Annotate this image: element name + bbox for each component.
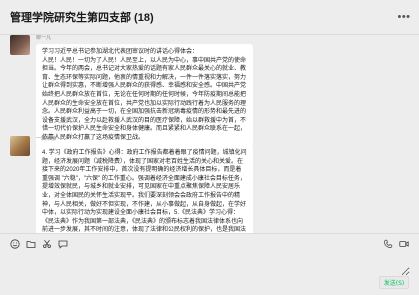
avatar[interactable] bbox=[10, 136, 30, 156]
scissors-icon[interactable] bbox=[42, 239, 52, 249]
message-input[interactable] bbox=[10, 252, 410, 276]
folder-icon[interactable] bbox=[26, 239, 36, 249]
message-item: 柳一凡 学习习近平总书记参加湖北代表团审议时的讲话心得体会： 人民！人民！一切为… bbox=[10, 35, 253, 147]
sender-name[interactable]: 一颗米茄 bbox=[36, 136, 253, 143]
sender-name[interactable]: 柳一凡 bbox=[36, 35, 253, 42]
chat-bubble-icon[interactable] bbox=[58, 239, 68, 249]
message-list[interactable]: 柳一凡 学习习近平总书记参加湖北代表团审议时的讲话心得体会： 人民！人民！一切为… bbox=[0, 35, 419, 233]
message-bubble[interactable]: 4. 学习《政府工作报告》心得：政府工作报告都着着眼了疫情问题，城镇化问题，经济… bbox=[36, 145, 253, 233]
message-bubble[interactable]: 学习习近平总书记参加湖北代表团审议时的讲话心得体会： 人民！人民！一切为了人民！… bbox=[36, 44, 253, 147]
chat-title: 管理学院研究生第四支部 (18) bbox=[10, 12, 154, 24]
input-divider bbox=[0, 233, 419, 234]
input-toolbar bbox=[10, 238, 74, 250]
video-icon[interactable] bbox=[399, 239, 409, 249]
more-dots-icon[interactable]: ••• bbox=[397, 10, 411, 24]
phone-icon[interactable] bbox=[383, 239, 393, 249]
chat-header: 管理学院研究生第四支部 (18) ••• bbox=[0, 0, 419, 34]
emoji-icon[interactable] bbox=[10, 239, 20, 249]
avatar[interactable] bbox=[10, 35, 30, 55]
call-toolbar bbox=[377, 238, 409, 250]
message-item: 一颗米茄 4. 学习《政府工作报告》心得：政府工作报告都着着眼了疫情问题，城镇化… bbox=[10, 136, 253, 233]
message-body: 一颗米茄 4. 学习《政府工作报告》心得：政府工作报告都着着眼了疫情问题，城镇化… bbox=[36, 136, 253, 233]
message-body: 柳一凡 学习习近平总书记参加湖北代表团审议时的讲话心得体会： 人民！人民！一切为… bbox=[36, 35, 253, 147]
send-button[interactable]: 发送(S) bbox=[379, 276, 409, 289]
